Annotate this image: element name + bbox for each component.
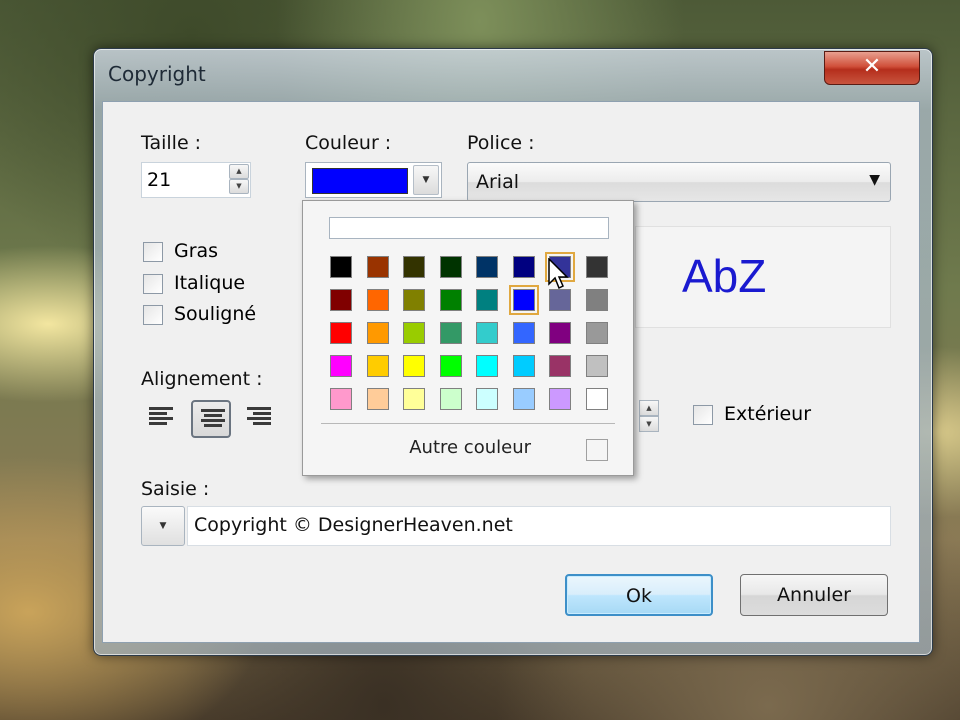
color-swatch[interactable] — [476, 388, 498, 410]
color-swatch[interactable] — [476, 256, 498, 278]
italic-label: Italique — [174, 272, 246, 294]
align-left-icon — [149, 407, 173, 427]
close-icon: ✕ — [862, 54, 882, 79]
size-value: 21 — [147, 169, 172, 191]
color-swatch[interactable] — [585, 289, 608, 311]
color-dropdown-arrow-icon[interactable]: ▼ — [413, 165, 439, 195]
color-swatch[interactable] — [476, 289, 498, 311]
color-swatch[interactable] — [330, 256, 352, 278]
color-swatch[interactable] — [403, 289, 425, 311]
preview-text: AbZ — [682, 250, 767, 302]
color-swatch[interactable] — [512, 256, 535, 278]
current-color-swatch — [312, 168, 408, 194]
size-label: Taille : — [141, 132, 202, 154]
color-swatch[interactable] — [366, 388, 389, 410]
text-preview: AbZ — [635, 226, 891, 328]
align-right-icon — [247, 407, 271, 427]
color-swatch[interactable] — [439, 322, 462, 344]
mouse-cursor-icon — [548, 258, 569, 290]
alignment-label: Alignement : — [141, 368, 263, 390]
size-down-arrow-icon[interactable]: ▼ — [229, 179, 249, 194]
color-swatch[interactable] — [439, 289, 462, 311]
color-swatch[interactable] — [549, 355, 571, 377]
color-swatch[interactable] — [549, 289, 571, 311]
underline-checkbox[interactable] — [143, 305, 163, 325]
color-swatch[interactable] — [585, 322, 608, 344]
exterior-label: Extérieur — [724, 403, 812, 425]
popup-divider — [321, 423, 615, 424]
text-input-value: Copyright © DesignerHeaven.net — [194, 514, 513, 536]
color-swatch[interactable] — [585, 388, 608, 410]
color-swatch[interactable] — [585, 256, 608, 278]
offset-spinner-arrows[interactable]: ▲ ▼ — [639, 400, 659, 434]
dialog-title: Copyright — [108, 62, 206, 86]
color-swatch[interactable] — [476, 322, 498, 344]
offset-down-arrow-icon[interactable]: ▼ — [639, 416, 659, 432]
color-value-field[interactable] — [329, 217, 609, 239]
color-swatch[interactable] — [330, 355, 352, 377]
color-swatch[interactable] — [403, 256, 425, 278]
input-label: Saisie : — [141, 478, 210, 500]
color-swatch[interactable] — [439, 256, 462, 278]
font-value: Arial — [476, 171, 520, 193]
color-swatch[interactable] — [403, 355, 425, 377]
text-input[interactable]: Copyright © DesignerHeaven.net — [187, 506, 891, 546]
other-color-link[interactable]: Autre couleur — [303, 437, 531, 458]
color-swatch[interactable] — [549, 388, 571, 410]
color-swatch[interactable] — [512, 322, 535, 344]
color-swatch[interactable] — [549, 322, 571, 344]
color-swatch[interactable] — [439, 388, 462, 410]
color-swatch[interactable] — [330, 322, 352, 344]
exterior-checkbox[interactable] — [693, 405, 713, 425]
chevron-down-icon: ▼ — [869, 172, 880, 188]
font-select[interactable]: Arial ▼ — [467, 162, 891, 202]
input-history-dropdown[interactable]: ▼ — [141, 506, 185, 546]
color-label: Couleur : — [305, 132, 392, 154]
other-color-swatch[interactable] — [586, 439, 608, 461]
size-spinner[interactable]: 21 ▲ ▼ — [141, 162, 251, 198]
color-swatch[interactable] — [330, 388, 352, 410]
align-center-icon — [201, 409, 225, 429]
color-swatch[interactable] — [439, 355, 462, 377]
align-left-button[interactable] — [141, 400, 181, 438]
bold-label: Gras — [174, 240, 219, 262]
close-button[interactable]: ✕ — [824, 51, 920, 85]
color-picker-popup: Autre couleur — [302, 200, 634, 476]
align-center-button[interactable] — [191, 400, 231, 438]
offset-up-arrow-icon[interactable]: ▲ — [639, 400, 659, 416]
color-swatch[interactable] — [512, 355, 535, 377]
color-swatch[interactable] — [330, 289, 352, 311]
color-swatch[interactable] — [585, 355, 608, 377]
color-swatch[interactable] — [366, 289, 389, 311]
size-up-arrow-icon[interactable]: ▲ — [229, 164, 249, 179]
underline-label: Souligné — [174, 303, 257, 325]
font-label: Police : — [467, 132, 535, 154]
color-swatch[interactable] — [366, 355, 389, 377]
align-right-button[interactable] — [239, 400, 279, 438]
color-picker-button[interactable]: ▼ — [305, 162, 442, 198]
color-swatch[interactable] — [366, 256, 389, 278]
cancel-button[interactable]: Annuler — [740, 574, 888, 616]
color-swatch[interactable] — [512, 388, 535, 410]
color-swatch[interactable] — [508, 285, 539, 315]
bold-checkbox[interactable] — [143, 242, 163, 262]
color-swatch[interactable] — [366, 322, 389, 344]
color-swatch[interactable] — [403, 388, 425, 410]
color-swatch[interactable] — [403, 322, 425, 344]
color-swatch[interactable] — [476, 355, 498, 377]
ok-button[interactable]: Ok — [565, 574, 713, 616]
italic-checkbox[interactable] — [143, 274, 163, 294]
